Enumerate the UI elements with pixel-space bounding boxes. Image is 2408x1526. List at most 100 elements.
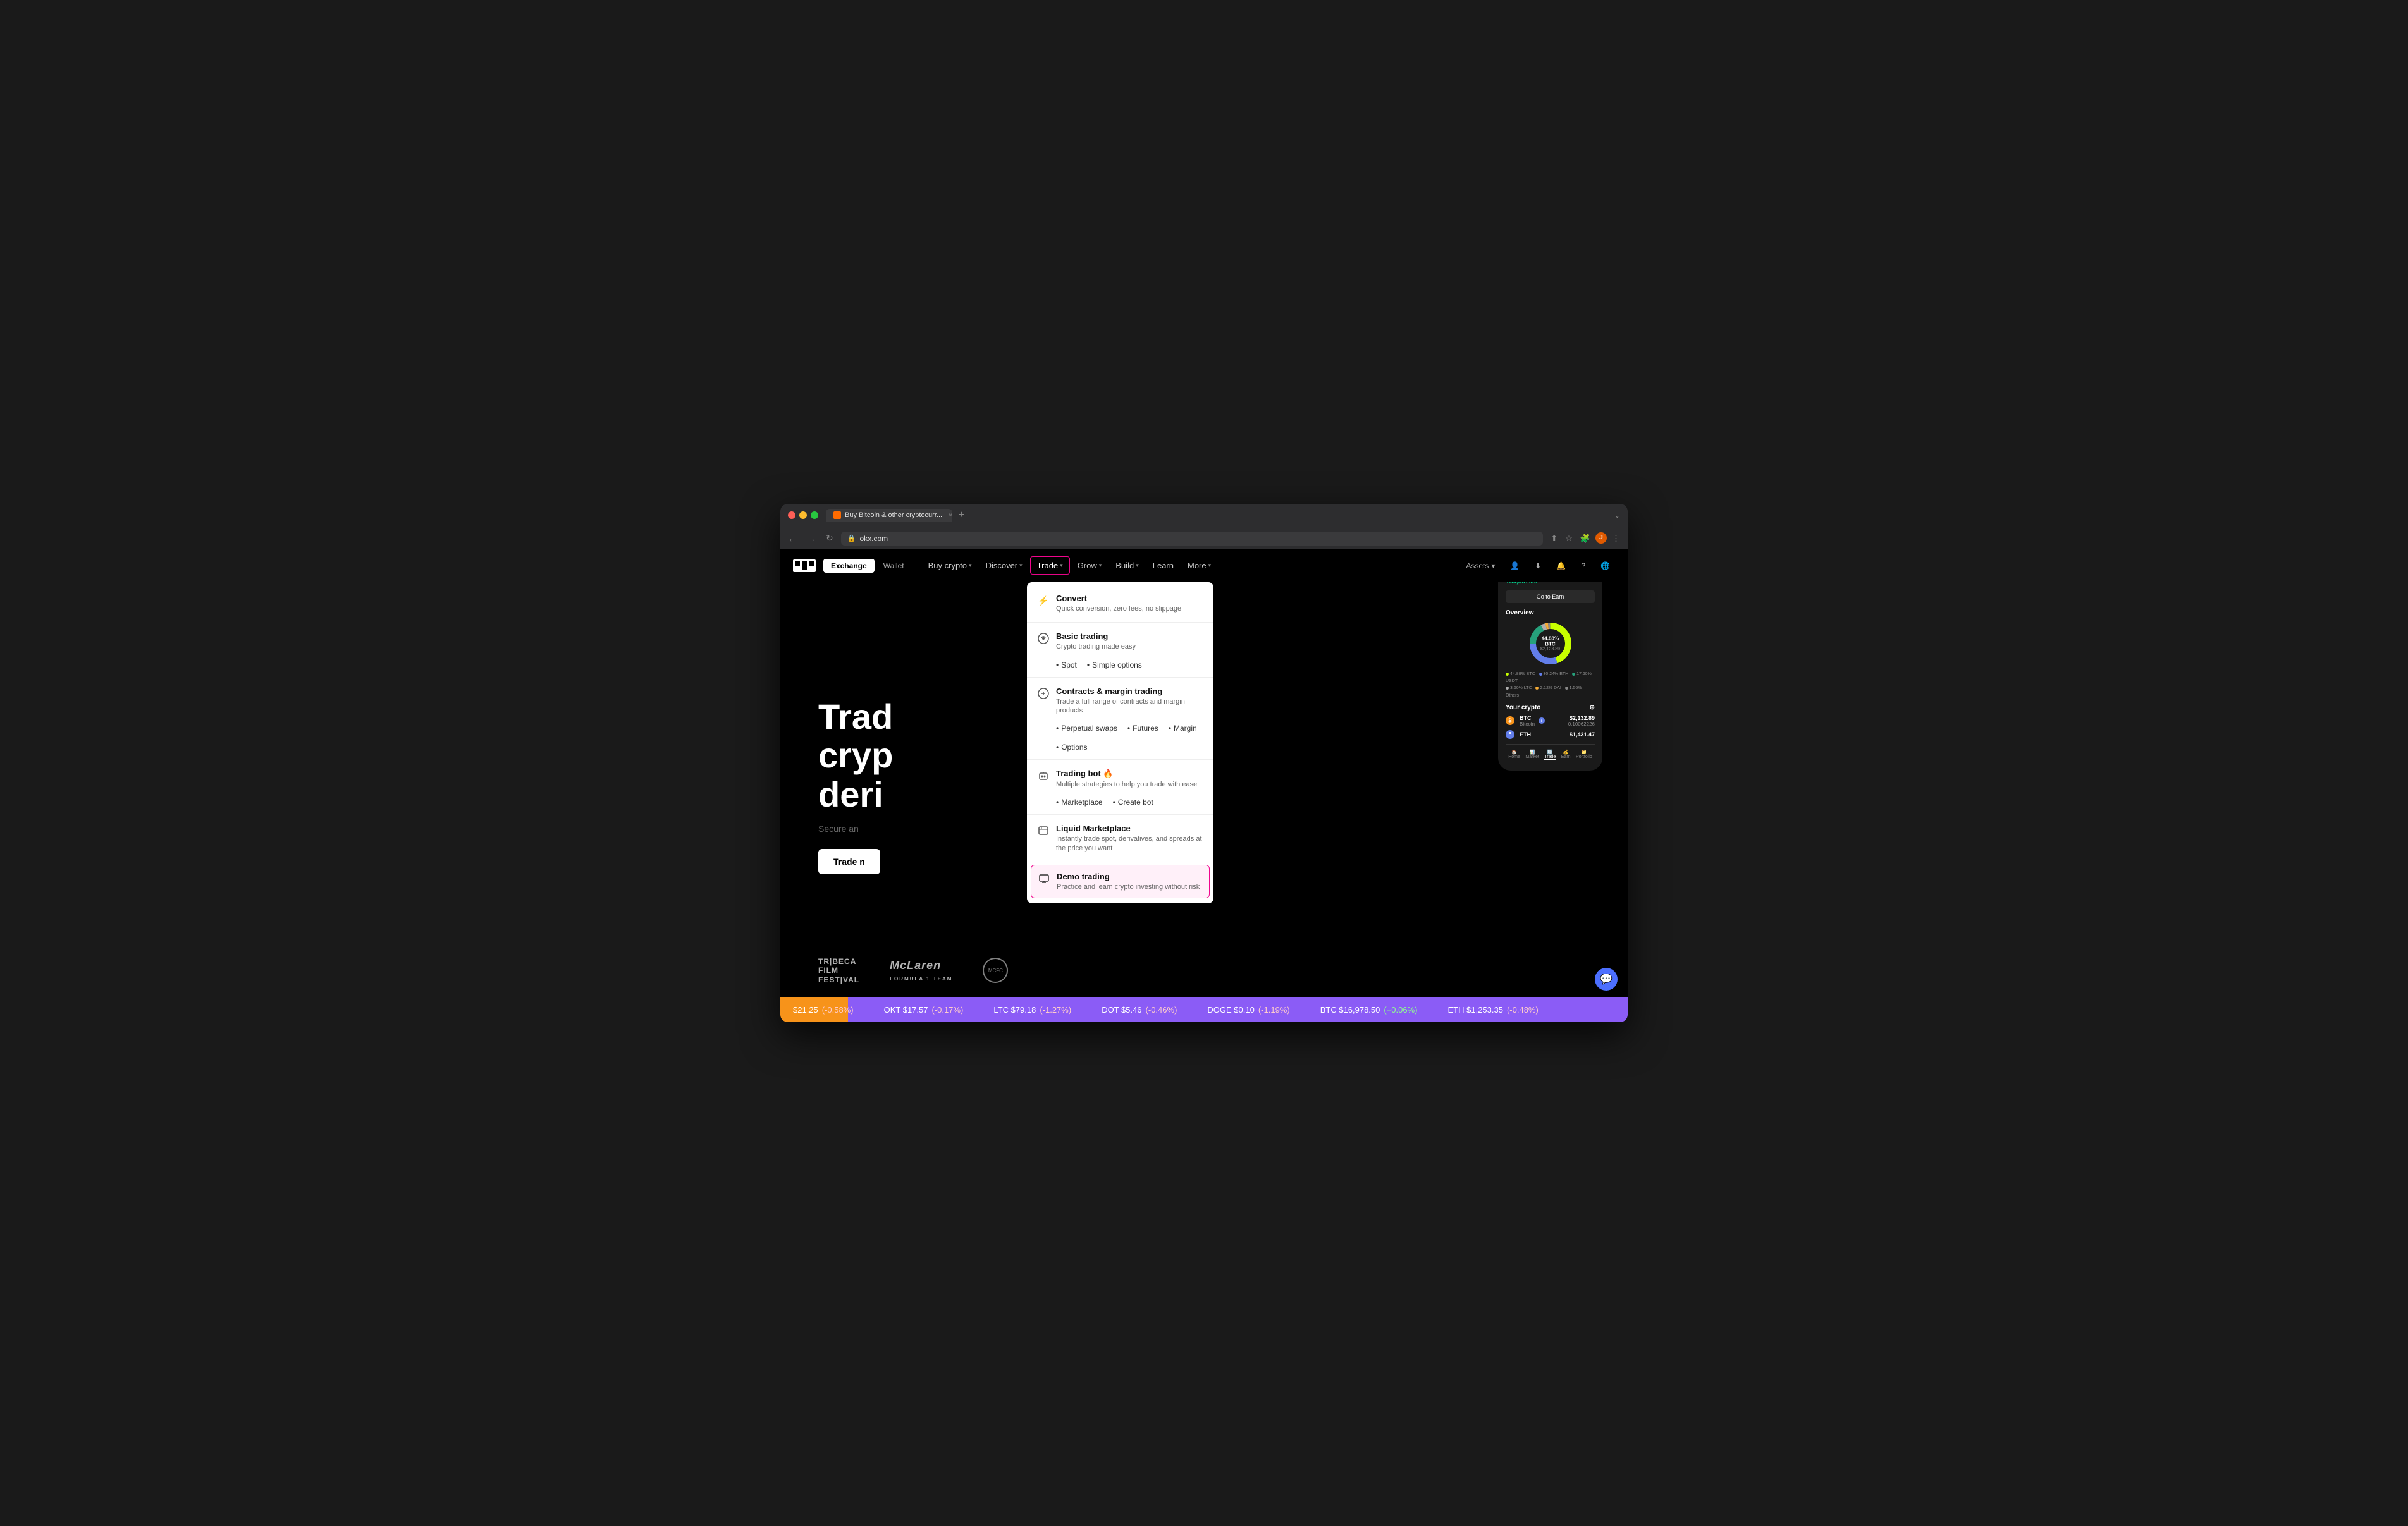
caret-icon: ▾ [969,562,972,569]
wallet-pill[interactable]: Wallet [876,559,912,573]
basic-trading-menu-item[interactable]: Basic trading Crypto trading made easy [1027,625,1213,657]
chat-button[interactable]: 💬 [1595,968,1618,991]
close-traffic-light[interactable] [788,511,796,519]
exchange-pill[interactable]: Exchange [823,559,875,573]
forward-button[interactable]: → [804,531,818,546]
create-bot-link[interactable]: Create bot [1113,798,1153,807]
tribeca-sponsor: TR|BECAFILMFEST|VAL [818,957,859,984]
sponsors-section: TR|BECAFILMFEST|VAL McLaren FORMULA 1 TE… [818,957,1008,984]
url-bar[interactable]: 🔒 okx.com [841,532,1544,546]
convert-title: Convert [1056,594,1203,603]
nav-item-build[interactable]: Build ▾ [1109,557,1145,574]
contracts-margin-menu-item[interactable]: Contracts & margin trading Trade a full … [1027,680,1213,722]
donut-legend: 44.88% BTC 30.24% ETH 17.60% USDT 3.60% … [1506,671,1595,699]
demo-trading-menu-item[interactable]: Demo trading Practice and learn crypto i… [1031,865,1210,898]
nav-item-learn[interactable]: Learn [1146,557,1180,574]
download-button[interactable]: ⬇ [1530,559,1546,573]
profile-button[interactable]: 👤 [1505,559,1525,573]
divider-2 [1027,677,1213,678]
trading-bot-content: Trading bot 🔥 Multiple strategies to hel… [1056,769,1203,789]
user-avatar[interactable]: J [1595,532,1607,544]
caret-icon: ▾ [1019,562,1023,569]
traffic-lights [788,511,818,519]
ticker-item-doge: DOGE $0.10 (-1.19%) [1207,1005,1289,1015]
ticker-item-eth: ETH $1,253.35 (-0.48%) [1448,1005,1539,1015]
ticker-item-1: $21.25 (-0.58%) [793,1005,854,1015]
reload-button[interactable]: ↻ [823,530,836,546]
contracts-icon [1037,687,1050,700]
okx-logo[interactable] [793,559,816,572]
liquid-marketplace-menu-item[interactable]: Liquid Marketplace Instantly trade spot,… [1027,817,1213,859]
spot-link[interactable]: Spot [1056,661,1077,669]
address-actions: ⬆ ☆ 🧩 J ⋮ [1548,532,1623,545]
basic-trading-title: Basic trading [1056,632,1203,641]
go-to-earn-button[interactable]: Go to Earn [1506,590,1595,603]
options-link[interactable]: Options [1056,743,1088,752]
caret-icon: ▾ [1136,562,1139,569]
back-button[interactable]: ← [785,531,799,546]
nav-item-discover[interactable]: Discover ▾ [980,557,1029,574]
demo-trading-desc: Practice and learn crypto investing with… [1057,882,1203,891]
perpetual-swaps-link[interactable]: Perpetual swaps [1056,724,1117,733]
trade-now-button[interactable]: Trade n [818,849,880,874]
phone-mockup: Total earnings +$4,567.00 Go to Earn Ove… [1498,562,1602,771]
phone-nav-trade[interactable]: 🔄Trade [1544,750,1556,760]
liquid-marketplace-icon [1037,824,1050,837]
contracts-desc: Trade a full range of contracts and marg… [1056,697,1203,716]
trading-bot-menu-item[interactable]: Trading bot 🔥 Multiple strategies to hel… [1027,762,1213,795]
share-button[interactable]: ⬆ [1548,532,1560,545]
fullscreen-traffic-light[interactable] [811,511,818,519]
language-button[interactable]: 🌐 [1595,559,1615,573]
simple-options-link[interactable]: Simple options [1087,661,1142,669]
caret-icon: ▾ [1099,562,1102,569]
help-button[interactable]: ? [1576,559,1590,573]
demo-trading-content: Demo trading Practice and learn crypto i… [1057,872,1203,891]
ticker-content: $21.25 (-0.58%) OKT $17.57 (-0.17%) LTC … [780,1005,1551,1015]
ticker-item-dot: DOT $5.46 (-0.46%) [1102,1005,1177,1015]
menu-button[interactable]: ⋮ [1609,532,1623,545]
phone-nav-home[interactable]: 🏠Home [1508,750,1520,760]
basic-trading-desc: Crypto trading made easy [1056,642,1203,651]
convert-menu-item[interactable]: ⚡ Convert Quick conversion, zero fees, n… [1027,587,1213,620]
divider-3 [1027,759,1213,760]
liquid-marketplace-title: Liquid Marketplace [1056,824,1203,833]
phone-nav-market[interactable]: 📊Market [1525,750,1539,760]
collapse-button[interactable]: ⌄ [1614,512,1620,520]
demo-trading-title: Demo trading [1057,872,1203,881]
divider-4 [1027,814,1213,815]
demo-trading-icon [1038,872,1050,885]
bookmark-button[interactable]: ☆ [1563,532,1575,545]
basic-trading-icon [1037,632,1050,645]
caret-icon: ▾ [1491,561,1495,570]
contracts-content: Contracts & margin trading Trade a full … [1056,687,1203,716]
marketplace-link[interactable]: Marketplace [1056,798,1103,807]
donut-chart: 44.88% BTC $2,123.89 [1506,621,1595,666]
trading-bot-subitems: Marketplace Create bot [1027,795,1213,812]
tab-close-button[interactable]: × [949,512,952,519]
trade-dropdown: ⚡ Convert Quick conversion, zero fees, n… [1027,582,1213,903]
your-crypto-header: Your crypto ⊕ [1506,704,1595,711]
mclaren-sponsor: McLaren FORMULA 1 TEAM [890,959,952,982]
tab-favicon [833,511,841,519]
phone-nav-earn[interactable]: 💰Earn [1561,750,1571,760]
minimize-traffic-light[interactable] [799,511,807,519]
contracts-title: Contracts & margin trading [1056,687,1203,696]
phone-nav-portfolio[interactable]: 📁Portfolio [1576,750,1592,760]
new-tab-button[interactable]: + [955,508,968,522]
basic-trading-subitems: Spot Simple options [1027,658,1213,674]
browser-window: Buy Bitcoin & other cryptocurr... × + ⌄ … [780,504,1628,1022]
nav-item-more[interactable]: More ▾ [1181,557,1217,574]
nav-item-trade[interactable]: Trade ▾ [1030,556,1070,575]
nav-pills: Exchange Wallet [823,559,912,573]
notifications-button[interactable]: 🔔 [1551,559,1571,573]
browser-tab[interactable]: Buy Bitcoin & other cryptocurr... × [826,509,952,522]
extensions-button[interactable]: 🧩 [1578,532,1593,545]
nav-item-buy-crypto[interactable]: Buy crypto ▾ [922,557,978,574]
margin-link[interactable]: Margin [1169,724,1197,733]
btc-icon: ₿ [1506,716,1514,725]
futures-link[interactable]: Futures [1127,724,1158,733]
nav-item-grow[interactable]: Grow ▾ [1071,557,1109,574]
assets-button[interactable]: Assets ▾ [1461,559,1500,573]
eth-item: Ξ ETH $1,431.47 [1506,730,1595,739]
mcfc-sponsor: MCFC [983,958,1008,983]
